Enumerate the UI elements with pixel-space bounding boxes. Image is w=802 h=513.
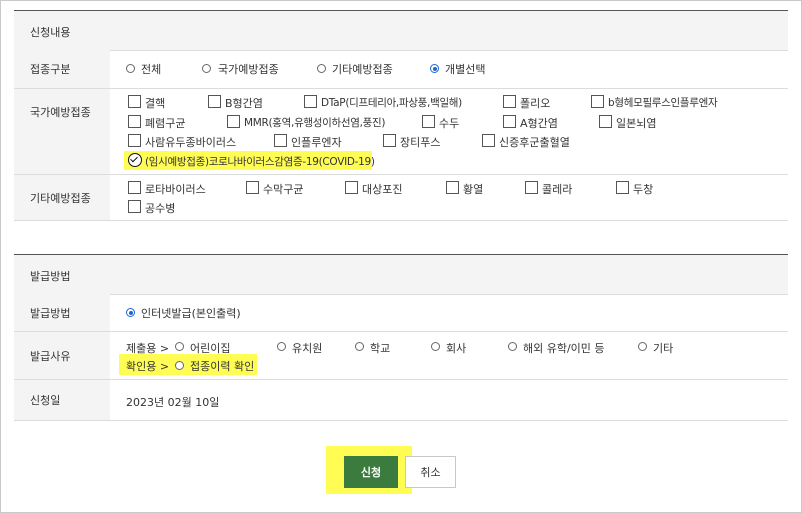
issue-method-label: 발급방법 — [14, 294, 110, 331]
cancel-button[interactable]: 취소 — [405, 456, 456, 488]
issue-method-row: 발급방법 인터넷발급(본인출력) — [14, 294, 788, 332]
radio-all-label: 전체 — [141, 63, 162, 76]
radio-vaccination-history[interactable] — [175, 361, 184, 370]
radio-etc-label: 기타 — [653, 342, 674, 355]
vaccine-type-label: 접종구분 — [14, 50, 110, 88]
checkbox-hpv[interactable] — [128, 134, 141, 147]
checkbox-typhoid[interactable] — [383, 134, 396, 147]
checkbox-zoster[interactable] — [345, 181, 358, 194]
issue-reason-label: 발급사유 — [14, 332, 110, 379]
checkbox-typhoid-label: 장티푸스 — [400, 136, 441, 149]
checkbox-smallpox[interactable] — [616, 181, 629, 194]
checkbox-influenza[interactable] — [274, 134, 287, 147]
section-header-issue-method: 발급방법 — [14, 254, 788, 295]
national-vaccine-row: 국가예방접종 결핵 B형간염 DTaP(디프테리아,파상풍,백일해) 폴리오 b… — [14, 89, 788, 175]
radio-other[interactable] — [317, 64, 326, 73]
checkbox-covid19-label: (임시예방접종)코로나바이러스감염증-19(COVID-19) — [145, 156, 375, 168]
checkbox-meningococcal-label: 수막구균 — [263, 183, 304, 196]
checkbox-meningococcal[interactable] — [246, 181, 259, 194]
radio-all[interactable] — [126, 64, 135, 73]
radio-overseas-label: 해외 유학/이민 등 — [523, 342, 605, 355]
checkbox-je-label: 일본뇌염 — [616, 117, 657, 130]
checkbox-rabies-label: 공수병 — [145, 202, 176, 215]
apply-button[interactable]: 신청 — [344, 456, 398, 488]
checkbox-hepa-label: A형간염 — [520, 117, 558, 130]
checkbox-cholera-label: 콜레라 — [542, 183, 573, 196]
section-title: 발급방법 — [30, 270, 71, 283]
radio-national-label: 국가예방접종 — [218, 63, 279, 76]
national-vaccine-label: 국가예방접종 — [14, 89, 110, 174]
apply-date-row: 신청일 2023년 02월 10일 — [14, 380, 788, 421]
checkbox-hepb-label: B형간염 — [225, 97, 263, 110]
radio-internet-issue-label: 인터넷발급(본인출력) — [141, 307, 241, 320]
radio-company[interactable] — [431, 342, 440, 351]
checkbox-mmr[interactable] — [227, 115, 240, 128]
checkbox-hepa[interactable] — [503, 115, 516, 128]
checkbox-hib[interactable] — [591, 95, 604, 108]
checkbox-influenza-label: 인플루엔자 — [291, 136, 342, 149]
apply-date-label: 신청일 — [14, 380, 110, 420]
radio-other-label: 기타예방접종 — [332, 63, 393, 76]
checkbox-smallpox-label: 두창 — [633, 183, 654, 196]
radio-national[interactable] — [202, 64, 211, 73]
radio-kindergarten[interactable] — [277, 342, 286, 351]
checkbox-hfrs-label: 신증후군출혈열 — [499, 136, 570, 149]
radio-individual-label: 개별선택 — [445, 63, 486, 76]
other-vaccine-row: 기타예방접종 로타바이러스 수막구균 대상포진 황열 콜레라 두창 공수병 — [14, 175, 788, 221]
checkbox-mmr-label: MMR(홍역,유행성이하선염,풍진) — [244, 117, 386, 129]
checkbox-varicella-label: 수두 — [439, 117, 460, 130]
other-vaccine-label: 기타예방접종 — [14, 175, 110, 220]
section-title: 신청내용 — [30, 26, 71, 39]
radio-daycare[interactable] — [175, 342, 184, 351]
checkbox-rotavirus-label: 로타바이러스 — [145, 183, 206, 196]
checkbox-cholera[interactable] — [525, 181, 538, 194]
checkbox-bcg-label: 결핵 — [145, 97, 166, 110]
section-header-apply-content: 신청내용 — [14, 10, 788, 51]
confirm-prefix: 확인용 > — [126, 360, 170, 373]
radio-school[interactable] — [355, 342, 364, 351]
radio-individual[interactable] — [430, 64, 439, 73]
checkbox-bcg[interactable] — [128, 95, 141, 108]
checkbox-polio-label: 폴리오 — [520, 97, 551, 110]
checkbox-yellow-fever[interactable] — [446, 181, 459, 194]
radio-company-label: 회사 — [446, 342, 467, 355]
checkbox-varicella[interactable] — [422, 115, 435, 128]
radio-overseas[interactable] — [508, 342, 517, 351]
radio-kindergarten-label: 유치원 — [292, 342, 323, 355]
issue-reason-row: 발급사유 제출용 > 어린이집 유치원 학교 회사 해외 유학/이민 등 기타 … — [14, 332, 788, 380]
radio-vaccination-history-label: 접종이력 확인 — [190, 360, 255, 373]
checkbox-dtap[interactable] — [304, 95, 317, 108]
checkbox-je[interactable] — [599, 115, 612, 128]
vaccine-type-row: 접종구분 전체 국가예방접종 기타예방접종 개별선택 — [14, 50, 788, 89]
checkbox-zoster-label: 대상포진 — [362, 183, 403, 196]
checkbox-rabies[interactable] — [128, 200, 141, 213]
radio-internet-issue[interactable] — [126, 308, 135, 317]
checkbox-rotavirus[interactable] — [128, 181, 141, 194]
checkbox-pneumococcal[interactable] — [128, 115, 141, 128]
radio-etc[interactable] — [638, 342, 647, 351]
checkbox-polio[interactable] — [503, 95, 516, 108]
checkbox-dtap-label: DTaP(디프테리아,파상풍,백일해) — [321, 97, 462, 109]
checkbox-hfrs[interactable] — [482, 134, 495, 147]
radio-school-label: 학교 — [370, 342, 391, 355]
apply-date-value: 2023년 02월 10일 — [126, 396, 220, 409]
checkbox-yellow-fever-label: 황열 — [463, 183, 484, 196]
checkbox-covid19[interactable] — [128, 153, 142, 167]
checkbox-hepb[interactable] — [208, 95, 221, 108]
checkbox-hib-label: b형헤모필루스인플루엔자 — [608, 97, 718, 109]
checkbox-pneumococcal-label: 폐렴구균 — [145, 117, 186, 130]
checkbox-hpv-label: 사람유두종바이러스 — [145, 136, 237, 149]
